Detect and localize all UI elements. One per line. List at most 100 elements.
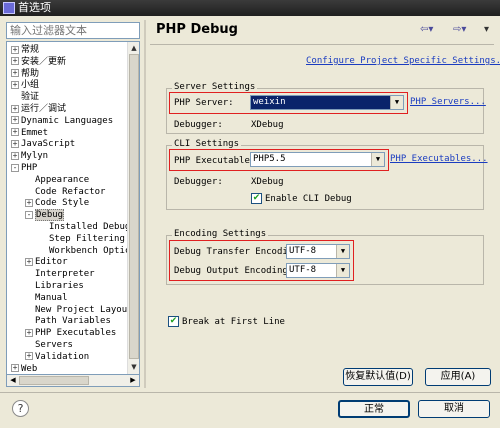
cli-settings-title: CLI Settings <box>172 139 242 149</box>
php-server-combo[interactable]: weixin ▼ <box>250 95 404 110</box>
restore-defaults-button[interactable]: 恢复默认值(D) <box>343 368 413 386</box>
tree-item[interactable]: + 安装／更新 <box>11 56 66 68</box>
tree-item[interactable]: + Mylyn <box>11 150 48 162</box>
tree-item[interactable]: Servers <box>25 339 73 351</box>
expand-icon[interactable]: + <box>25 328 33 337</box>
tree-item-label: JavaScript <box>21 139 76 150</box>
dropdown-arrow-icon[interactable]: ▼ <box>390 96 403 109</box>
tree-item-label: Installed Debug <box>49 222 128 232</box>
tree-vertical-scrollbar[interactable]: ▲ ▼ <box>127 42 139 374</box>
debug-output-encoding-label: Debug Output Encoding <box>174 266 288 276</box>
tree-item-label: 常规 <box>21 45 40 55</box>
tree-item-label: PHP <box>21 163 38 173</box>
tree-item-label: Libraries <box>35 281 84 291</box>
tree-item-label: New Project Layout <box>35 304 128 315</box>
tree-item-label: 运行／调试 <box>21 104 67 114</box>
collapse-icon[interactable]: - <box>25 210 33 219</box>
tree-item[interactable]: - PHP <box>11 162 37 174</box>
expand-icon[interactable]: + <box>11 139 19 148</box>
dropdown-arrow-icon[interactable]: ▼ <box>336 245 349 258</box>
tree-item[interactable]: Installed Debug <box>39 221 128 233</box>
back-arrow-icon[interactable]: ⇦▾ <box>420 24 433 35</box>
tree-item[interactable]: + 帮助 <box>11 68 39 80</box>
tree-item-label: Code Refactor <box>35 186 106 197</box>
tree-item[interactable]: + Web <box>11 363 37 374</box>
filter-input[interactable] <box>6 22 140 39</box>
expand-icon[interactable]: + <box>25 257 33 266</box>
apply-button[interactable]: 应用(A) <box>425 368 491 386</box>
tree-item[interactable]: Appearance <box>25 174 89 186</box>
tree-item[interactable]: New Project Layout <box>25 304 128 316</box>
tree-item[interactable]: Path Variables <box>25 315 111 327</box>
hscroll-thumb[interactable] <box>19 376 89 385</box>
tree-item[interactable]: Libraries <box>25 280 84 292</box>
ok-button[interactable]: 正常 <box>338 400 410 418</box>
app-icon <box>3 2 15 14</box>
tree-item-label: Editor <box>35 257 68 268</box>
cancel-button[interactable]: 取消 <box>418 400 490 418</box>
break-at-first-line-checkbox[interactable]: ✔ <box>168 316 179 327</box>
tree-item[interactable]: + Dynamic Languages <box>11 115 113 127</box>
php-executable-combo[interactable]: PHP5.5 ▼ <box>250 152 385 167</box>
expand-icon[interactable]: + <box>11 128 19 137</box>
tree-item[interactable]: Step Filtering <box>39 233 125 245</box>
expand-icon[interactable]: + <box>11 57 19 66</box>
enable-cli-debug-checkbox[interactable]: ✔ <box>251 193 262 204</box>
tree-item[interactable]: - Debug <box>25 209 65 222</box>
php-servers-link[interactable]: PHP Servers... <box>410 97 486 107</box>
tree-item[interactable]: + 常规 <box>11 44 39 56</box>
scroll-up-icon[interactable]: ▲ <box>129 43 139 53</box>
scroll-down-icon[interactable]: ▼ <box>129 362 139 372</box>
expand-icon[interactable]: + <box>11 80 19 89</box>
tree-item[interactable]: + 运行／调试 <box>11 103 66 115</box>
expand-icon[interactable]: + <box>11 151 19 160</box>
dropdown-arrow-icon[interactable]: ▼ <box>336 264 349 277</box>
php-server-label: PHP Server: <box>174 98 234 108</box>
expand-icon[interactable]: + <box>11 116 19 125</box>
tree-item[interactable]: + Code Style <box>25 197 89 209</box>
tree-item-label: Interpreter <box>35 269 95 280</box>
tree-item[interactable]: Manual <box>25 292 68 304</box>
scroll-left-icon[interactable]: ◀ <box>8 375 18 385</box>
tree-item-label: PHP Executables <box>35 328 117 339</box>
tree-item[interactable]: + Editor <box>25 256 68 268</box>
expand-icon[interactable]: + <box>11 45 19 54</box>
tree-item[interactable]: 验证 <box>11 91 39 103</box>
panel-divider[interactable] <box>144 20 146 388</box>
tree-item-label: Debug <box>35 209 65 222</box>
tree-item-label: Appearance <box>35 174 90 185</box>
tree-item[interactable]: + 小组 <box>11 79 39 91</box>
debug-transfer-encoding-combo[interactable]: UTF-8 ▼ <box>286 244 350 259</box>
tree-horizontal-scrollbar[interactable]: ◀ ▶ <box>6 375 140 387</box>
tree-item[interactable]: + Emmet <box>11 127 48 139</box>
scroll-right-icon[interactable]: ▶ <box>128 375 138 385</box>
view-menu-icon[interactable]: ▾ <box>484 24 489 35</box>
tree-item-label: 安装／更新 <box>21 56 67 67</box>
configure-project-settings-link[interactable]: Configure Project Specific Settings... <box>306 56 500 66</box>
tree-item-label: Step Filtering <box>49 233 125 244</box>
expand-icon[interactable]: + <box>25 352 33 361</box>
tree-item[interactable]: + Validation <box>25 351 89 363</box>
expand-icon[interactable]: + <box>11 364 19 373</box>
collapse-icon[interactable]: - <box>11 163 19 172</box>
tree-item[interactable]: + PHP Executables <box>25 327 116 339</box>
php-executables-link[interactable]: PHP Executables... <box>390 154 488 164</box>
expand-icon[interactable]: + <box>11 104 19 113</box>
tree-item[interactable]: Code Refactor <box>25 186 105 198</box>
page-title: PHP Debug <box>156 22 238 37</box>
tree-item[interactable]: + JavaScript <box>11 138 75 150</box>
tree-item-label: Workbench Optic <box>49 245 128 256</box>
dropdown-arrow-icon[interactable]: ▼ <box>371 153 384 166</box>
forward-arrow-icon[interactable]: ⇨▾ <box>453 24 466 35</box>
php-executable-value: PHP5.5 <box>253 154 286 164</box>
tree-item[interactable]: Interpreter <box>25 268 95 280</box>
tree-item[interactable]: Workbench Optic <box>39 245 128 257</box>
scroll-thumb[interactable] <box>129 54 139 359</box>
expand-icon[interactable]: + <box>11 69 19 78</box>
expand-icon[interactable]: + <box>25 198 33 207</box>
debug-transfer-encoding-value: UTF-8 <box>289 246 317 256</box>
debug-output-encoding-combo[interactable]: UTF-8 ▼ <box>286 263 350 278</box>
help-icon[interactable]: ? <box>12 400 29 417</box>
